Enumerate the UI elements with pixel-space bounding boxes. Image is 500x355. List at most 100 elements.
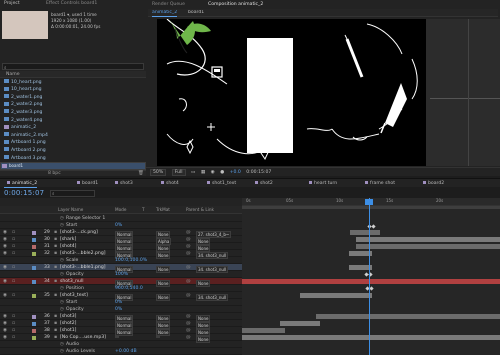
- pickwhip-icon[interactable]: @: [186, 236, 191, 243]
- layer-row[interactable]: ◉ ▫ 36 ▪ [shot3] Normal None @ None: [0, 313, 242, 322]
- visibility-eye-icon[interactable]: ◉: [3, 320, 7, 327]
- project-item[interactable]: animatic_2.mp4: [0, 132, 146, 140]
- layer-duration-bar[interactable]: [300, 293, 372, 298]
- audio-icon[interactable]: ▫: [12, 264, 15, 271]
- layer-duration-bar[interactable]: [350, 230, 380, 235]
- layer-label-color[interactable]: [32, 280, 36, 285]
- region-of-interest-icon[interactable]: ▭: [191, 168, 195, 177]
- layer-name[interactable]: [shot3-...bble1.png]: [60, 264, 106, 271]
- timeline-tab[interactable]: frame shot: [362, 179, 395, 188]
- audio-icon[interactable]: ▫: [12, 278, 15, 285]
- layer-row[interactable]: ◉ ▫ 32 ▪ [shot3-...bble2.png] Normal None @34. …: [0, 250, 242, 259]
- layer-label-color[interactable]: [32, 315, 36, 320]
- project-item[interactable]: 10_heart.png: [0, 79, 146, 87]
- effect-controls-tab[interactable]: Effect Controls board1: [46, 0, 136, 8]
- pickwhip-icon[interactable]: @: [186, 250, 191, 257]
- timeline-tab[interactable]: shot3: [112, 179, 133, 188]
- layer-row[interactable]: ◉ ▫ 38 ▪ [shot1] Normal None @ None: [0, 327, 242, 336]
- render-queue-tab[interactable]: Render Queue: [152, 1, 192, 8]
- layer-name[interactable]: [shark]: [60, 236, 76, 243]
- layer-row[interactable]: ◉ ▫ 30 ▪ [shark] Normal Alpha @ None: [0, 236, 242, 245]
- project-item[interactable]: Artboard 3.png: [0, 155, 146, 163]
- stopwatch-icon[interactable]: ◷: [60, 257, 64, 264]
- pickwhip-icon[interactable]: @: [186, 243, 191, 250]
- audio-icon[interactable]: ▫: [12, 250, 15, 257]
- layer-label-color[interactable]: [32, 294, 36, 299]
- stopwatch-icon[interactable]: ◷: [60, 299, 64, 306]
- timeline-tab[interactable]: shot4: [158, 179, 179, 188]
- layer-label-color[interactable]: [32, 336, 36, 341]
- property-row[interactable]: ◷ Range Selector 1: [0, 215, 242, 222]
- timeline-tab[interactable]: board2: [420, 179, 444, 188]
- track-matte-dropdown[interactable]: [156, 335, 160, 338]
- visibility-eye-icon[interactable]: ◉: [3, 292, 7, 299]
- layer-name[interactable]: [shot2]: [60, 320, 76, 327]
- layer-label-color[interactable]: [32, 238, 36, 243]
- stopwatch-icon[interactable]: ◷: [60, 215, 64, 222]
- project-item[interactable]: animatic_2: [0, 124, 146, 132]
- layer-duration-bar[interactable]: [356, 237, 500, 242]
- property-row[interactable]: ◷ Opacity 0%: [0, 306, 242, 313]
- pickwhip-icon[interactable]: @: [186, 229, 191, 236]
- layer-name[interactable]: [shot3]: [60, 313, 76, 320]
- layer-name[interactable]: [shot3-...bble2.png]: [60, 250, 106, 257]
- visibility-eye-icon[interactable]: ◉: [3, 278, 7, 285]
- layer-row[interactable]: ◉ ▫ 34 ▪ shot3_null Normal None @ None: [0, 278, 242, 287]
- visibility-eye-icon[interactable]: ◉: [3, 250, 7, 257]
- layer-name[interactable]: [No Cop....use.mp3]: [60, 334, 106, 341]
- layer-row[interactable]: ◉ ▫ 29 ▪ [shot3-...ck.png] Normal None @27. sho…: [0, 229, 242, 238]
- trash-icon[interactable]: 🗑: [138, 171, 144, 176]
- playhead[interactable]: [369, 198, 370, 355]
- layer-row[interactable]: ◉ ▫ 35 ▪ [shot3_text] Normal None @34. shot3_nu…: [0, 292, 242, 301]
- layer-label-color[interactable]: [32, 252, 36, 257]
- current-timecode[interactable]: 0:00:15:07: [4, 189, 44, 197]
- layer-label-color[interactable]: [32, 266, 36, 271]
- property-value[interactable]: 960.0,540.0: [115, 285, 143, 292]
- property-row[interactable]: ◷ Audio: [0, 341, 242, 348]
- pickwhip-icon[interactable]: @: [186, 313, 191, 320]
- property-value[interactable]: +0.00 dB: [115, 348, 137, 355]
- property-value[interactable]: 100%: [115, 271, 128, 278]
- project-item[interactable]: 2_water3.png: [0, 109, 146, 117]
- viewer-subtab-board1[interactable]: board1: [188, 10, 204, 16]
- timeline-search-input[interactable]: [50, 190, 95, 197]
- layer-row[interactable]: ◉ ▫ 39 ▪ [No Cop....use.mp3] @ None: [0, 334, 242, 343]
- exposure-value[interactable]: +0.0: [230, 168, 241, 177]
- stopwatch-icon[interactable]: ◷: [60, 348, 64, 355]
- visibility-eye-icon[interactable]: ◉: [3, 243, 7, 250]
- bpc-label[interactable]: 8 bpc: [48, 171, 61, 176]
- pickwhip-icon[interactable]: @: [186, 334, 191, 341]
- layer-row[interactable]: ◉ ▫ 31 ▪ [shot4] Normal None @ None: [0, 243, 242, 252]
- pickwhip-icon[interactable]: @: [186, 292, 191, 299]
- layer-label-color[interactable]: [32, 322, 36, 327]
- pickwhip-icon[interactable]: @: [186, 327, 191, 334]
- stopwatch-icon[interactable]: ◷: [60, 341, 64, 348]
- stopwatch-icon[interactable]: ◷: [60, 271, 64, 278]
- t-column[interactable]: T: [142, 206, 145, 214]
- zoom-dropdown[interactable]: 50%: [150, 169, 167, 176]
- project-item[interactable]: Artboard 1.png: [0, 139, 146, 147]
- property-row[interactable]: ◷ Audio Levels +0.00 dB: [0, 348, 242, 355]
- timeline-tab[interactable]: animatic_2: [4, 179, 38, 188]
- layer-label-color[interactable]: [32, 329, 36, 334]
- visibility-eye-icon[interactable]: ◉: [3, 264, 7, 271]
- pickwhip-icon[interactable]: @: [186, 320, 191, 327]
- composition-tab[interactable]: Composition animatic_2: [208, 1, 288, 8]
- audio-icon[interactable]: ▫: [12, 334, 15, 341]
- audio-icon[interactable]: ▫: [12, 243, 15, 250]
- timeline-tab[interactable]: shot1_text: [204, 179, 236, 188]
- audio-icon[interactable]: ▫: [12, 327, 15, 334]
- composition-canvas[interactable]: [157, 19, 426, 166]
- property-value[interactable]: 0%: [115, 306, 122, 313]
- timeline-tab[interactable]: heart turn: [306, 179, 337, 188]
- project-tab[interactable]: Project: [4, 0, 34, 8]
- property-value[interactable]: 100.0,100.0%: [115, 257, 147, 264]
- visibility-eye-icon[interactable]: ◉: [3, 236, 7, 243]
- layer-duration-bar[interactable]: [242, 328, 285, 333]
- visibility-eye-icon[interactable]: ◉: [3, 327, 7, 334]
- project-item[interactable]: Artboard 2.png: [0, 147, 146, 155]
- project-item[interactable]: 2_water2.png: [0, 101, 146, 109]
- mode-column[interactable]: Mode: [115, 206, 126, 214]
- layer-label-color[interactable]: [32, 231, 36, 236]
- work-area-bar[interactable]: [242, 206, 500, 209]
